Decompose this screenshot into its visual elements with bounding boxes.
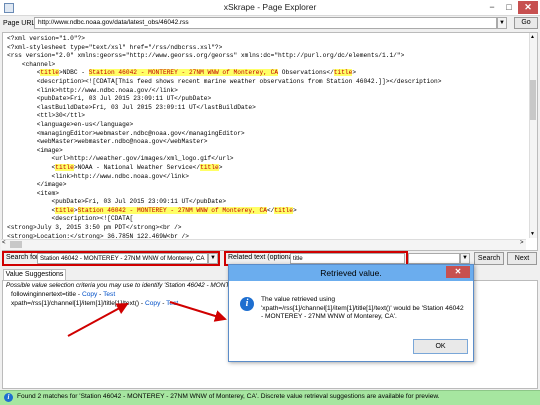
dialog-message: The value retrieved using 'xpath=/rss[1]… (261, 296, 464, 321)
info-icon: i (240, 297, 254, 311)
dialog-close-button[interactable]: ✕ (446, 266, 470, 278)
info-icon: i (4, 393, 13, 402)
status-text: Found 2 matches for 'Station 46042 - MON… (17, 393, 440, 400)
dialog-title: Retrieved value. (320, 268, 382, 278)
arrow-to-suggestion (67, 303, 129, 337)
arrow-to-dialog (169, 301, 227, 322)
ok-button[interactable]: OK (413, 339, 468, 354)
